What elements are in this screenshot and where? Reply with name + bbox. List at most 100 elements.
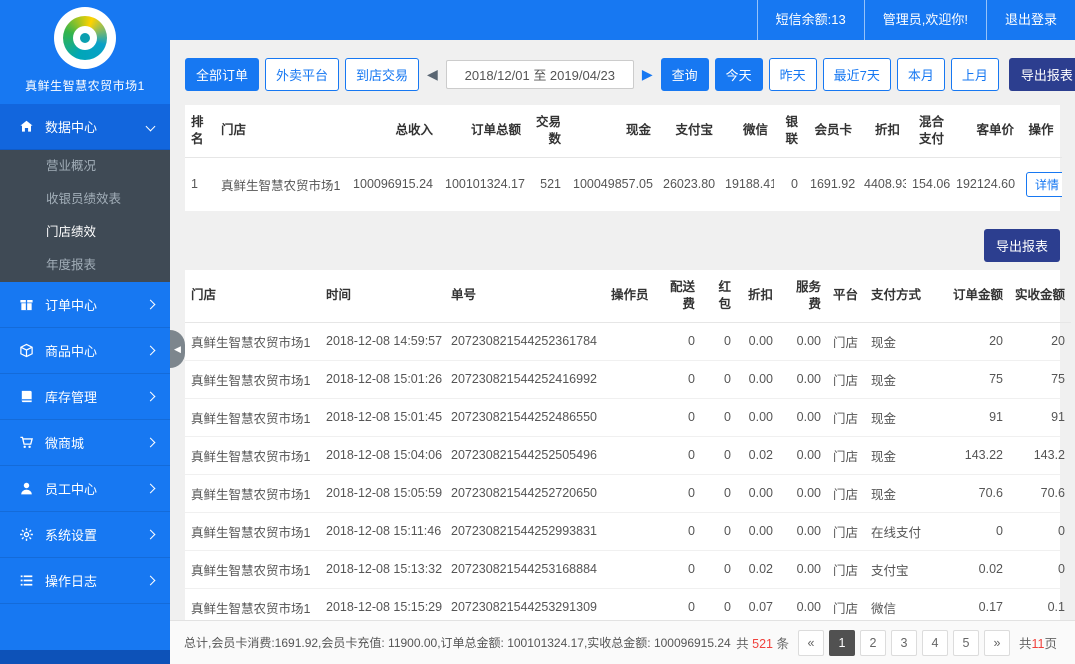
export-report-button-orders[interactable]: 导出报表 xyxy=(983,228,1060,262)
sidebar-item-label: 系统设置 xyxy=(45,528,98,543)
chevron-right-icon xyxy=(145,483,156,494)
sidebar-item-product-center[interactable]: 商品中心 xyxy=(0,328,170,374)
table-cell: 真鲜生智慧农贸市场1 xyxy=(221,178,341,193)
sidebar-subitem-store-performance[interactable]: 门店绩效 xyxy=(0,216,170,249)
export-report-button-top[interactable]: 导出报表 xyxy=(1008,58,1075,91)
quick-range-0[interactable]: 今天 xyxy=(714,58,763,91)
quick-range-2[interactable]: 最近7天 xyxy=(822,58,891,91)
table-cell: 0 xyxy=(657,436,701,475)
table-cell: 0 xyxy=(701,588,737,620)
cart-icon xyxy=(18,435,34,451)
table-cell: 真鲜生智慧农贸市场1 xyxy=(185,360,320,399)
table-cell: 真鲜生智慧农贸市场1 xyxy=(185,550,320,589)
total-records-text: 共 521 条 xyxy=(736,637,789,651)
table-cell: 0 xyxy=(657,398,701,437)
pagination-page-3[interactable]: 3 xyxy=(890,629,917,656)
sidebar-item-label: 微商城 xyxy=(45,436,85,451)
list-icon xyxy=(18,573,34,589)
date-controls: ◀ ▶ 查询 今天昨天最近7天本月上月 导出报表 xyxy=(425,58,1075,91)
quick-range-1[interactable]: 昨天 xyxy=(768,58,817,91)
column-header: 混合支付 xyxy=(906,105,950,158)
table-cell: 100096915.24 xyxy=(353,177,433,192)
sidebar-subitem-annual-report[interactable]: 年度报表 xyxy=(0,249,170,282)
order-tab-2[interactable]: 到店交易 xyxy=(345,58,420,91)
table-cell: 207230821544252486550 xyxy=(445,398,605,437)
column-header: 配送费 xyxy=(657,269,701,323)
column-header: 交易数 xyxy=(527,105,567,158)
table-cell: 0 xyxy=(657,512,701,551)
column-header: 微信 xyxy=(719,105,774,158)
sidebar-item-system-settings[interactable]: 系统设置 xyxy=(0,512,170,558)
table-row: 真鲜生智慧农贸市场1 2018-12-08 15:04:06 20723082154… xyxy=(185,436,1071,475)
date-range-input[interactable] xyxy=(445,60,634,89)
table-cell: 真鲜生智慧农贸市场1 xyxy=(185,512,320,551)
sidebar-item-label: 数据中心 xyxy=(45,120,98,135)
table-cell: 0 xyxy=(701,512,737,551)
table-cell: 0 xyxy=(701,436,737,475)
sidebar-overflow-strip xyxy=(0,650,170,664)
table-cell: 100101324.17 xyxy=(445,177,525,192)
sidebar-subitem-cashier-performance[interactable]: 收银员绩效表 xyxy=(0,183,170,216)
pagination-page-1[interactable]: 1 xyxy=(828,629,855,656)
table-cell xyxy=(605,398,657,437)
detail-button[interactable]: 详情 xyxy=(1026,171,1062,197)
sidebar-item-micro-mall[interactable]: 微商城 xyxy=(0,420,170,466)
pagination: 共 521 条 «1 2 3 4 5» 共11页 xyxy=(732,629,1061,656)
sidebar-item-order-center[interactable]: 订单中心 xyxy=(0,282,170,328)
table-cell: 0 xyxy=(657,588,701,620)
column-header: 现金 xyxy=(567,105,657,158)
table-cell: 门店 xyxy=(827,322,865,361)
sidebar-item-operation-log[interactable]: 操作日志 xyxy=(0,558,170,604)
table-cell: 0 xyxy=(701,398,737,437)
table-cell: 4408.93 xyxy=(864,177,906,192)
quick-range-3[interactable]: 本月 xyxy=(896,58,945,91)
brand-logo-icon xyxy=(54,7,116,69)
table-cell: 70.6 xyxy=(1009,474,1071,513)
date-prev-icon[interactable]: ◀ xyxy=(425,66,440,83)
column-header: 时间 xyxy=(320,269,445,323)
table-cell: 门店 xyxy=(827,550,865,589)
pagination-next[interactable]: » xyxy=(983,629,1010,656)
sidebar: 真鲜生智慧农贸市场1 数据中心 营业概况 收银员绩效表 门店绩效 年度报表 订单中心 商品中… xyxy=(0,0,170,664)
table-cell: 0.00 xyxy=(779,588,827,620)
search-button[interactable]: 查询 xyxy=(660,58,709,91)
table-cell: 2018-12-08 15:15:29 xyxy=(320,588,445,620)
table-cell: 微信 xyxy=(865,588,941,620)
pagination-page-5[interactable]: 5 xyxy=(952,629,979,656)
quick-range-4[interactable]: 上月 xyxy=(950,58,999,91)
sidebar-item-label: 操作日志 xyxy=(45,574,98,589)
table-cell: 0.00 xyxy=(779,512,827,551)
pagination-page-2[interactable]: 2 xyxy=(859,629,886,656)
logout-button[interactable]: 退出登录 xyxy=(985,0,1075,40)
column-header: 支付宝 xyxy=(657,105,719,158)
sidebar-menu: 数据中心营业概况 收银员绩效表 门店绩效 年度报表 订单中心 商品中心 库存管理微商城员工中… xyxy=(0,104,170,604)
table-cell: 0.00 xyxy=(737,360,779,399)
table-cell: 20 xyxy=(941,322,1009,361)
table-cell: 1691.92 xyxy=(810,177,856,192)
column-header: 门店 xyxy=(185,269,320,323)
table-cell: 75 xyxy=(941,360,1009,399)
sidebar-item-staff-center[interactable]: 员工中心 xyxy=(0,466,170,512)
table-cell: 0 xyxy=(1009,550,1071,589)
sidebar-item-label: 员工中心 xyxy=(45,482,98,497)
order-tab-1[interactable]: 外卖平台 xyxy=(265,58,340,91)
sidebar-item-inventory-management[interactable]: 库存管理 xyxy=(0,374,170,420)
chevron-right-icon xyxy=(145,391,156,402)
date-next-icon[interactable]: ▶ xyxy=(640,66,655,83)
table-row: 真鲜生智慧农贸市场1 2018-12-08 15:15:29 20723082154… xyxy=(185,588,1071,620)
table-cell: 521 xyxy=(540,177,561,192)
column-header: 红包 xyxy=(701,269,737,323)
table-cell: 2018-12-08 14:59:57 xyxy=(320,322,445,361)
pagination-page-4[interactable]: 4 xyxy=(921,629,948,656)
table-cell: 0.00 xyxy=(737,512,779,551)
orders-table: 门店 时间 单号 操作员 配送费 红包 折扣 服务费 平台 支付方式 订单金额 实收金额 真鲜生智慧农贸… xyxy=(185,269,1071,620)
table-cell: 0.00 xyxy=(779,322,827,361)
table-cell: 支付宝 xyxy=(865,550,941,589)
table-cell: 192124.60 xyxy=(956,177,1016,192)
sidebar-subitem-business-overview[interactable]: 营业概况 xyxy=(0,150,170,183)
table-cell: 在线支付 xyxy=(865,512,941,551)
table-cell: 真鲜生智慧农贸市场1 xyxy=(185,436,320,475)
order-tab-0[interactable]: 全部订单 xyxy=(185,58,260,91)
pagination-prev[interactable]: « xyxy=(797,629,824,656)
sidebar-item-data-center[interactable]: 数据中心 xyxy=(0,104,170,150)
